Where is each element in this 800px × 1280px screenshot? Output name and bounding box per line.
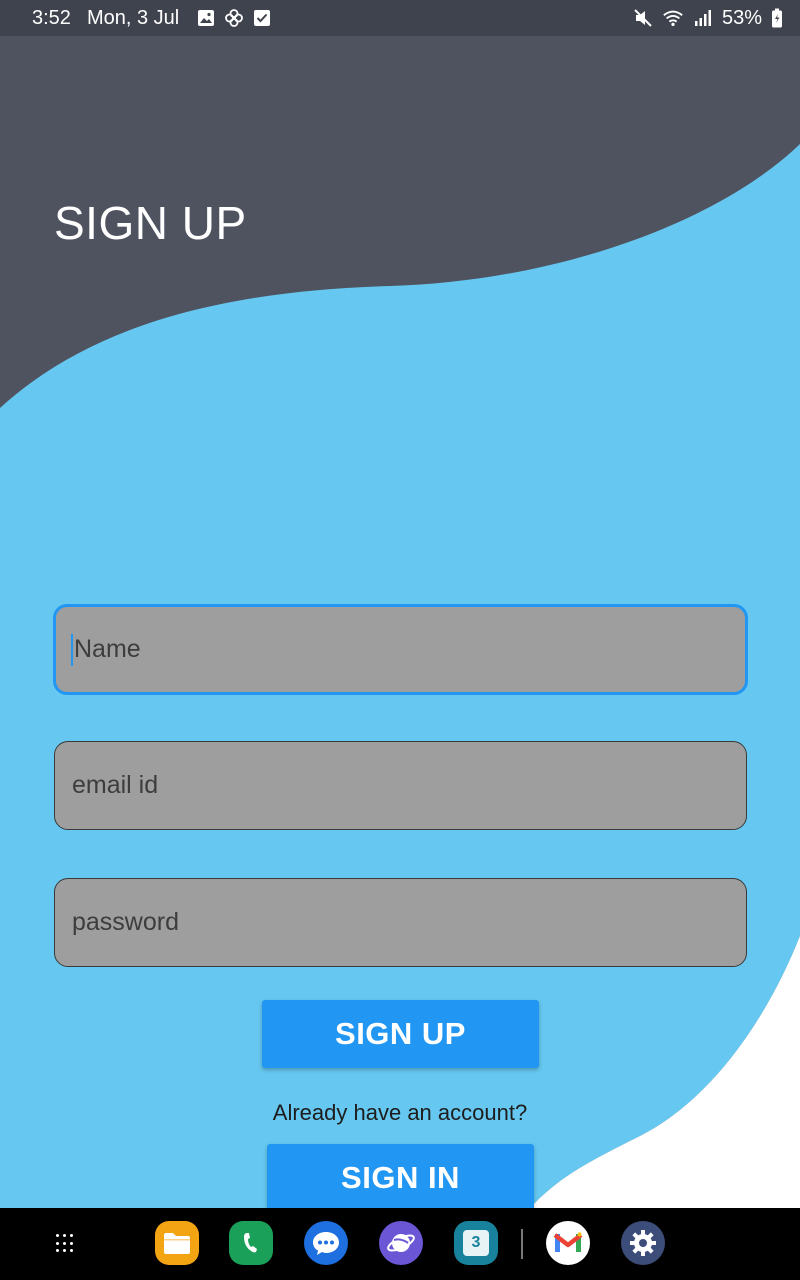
gallery-icon (195, 7, 217, 29)
calendar-day: 3 (463, 1230, 489, 1256)
phone-app-icon[interactable] (229, 1221, 273, 1265)
status-date: Mon, 3 Jul (86, 6, 180, 29)
battery-percent: 53% (721, 6, 762, 29)
email-field[interactable] (54, 741, 747, 830)
dock-divider (521, 1229, 523, 1259)
already-account-text: Already have an account? (272, 1100, 528, 1125)
mute-icon (632, 7, 654, 29)
my-files-app-icon[interactable] (155, 1221, 199, 1265)
gmail-app-icon[interactable] (546, 1221, 590, 1265)
calendar-app-icon[interactable]: 3 (454, 1221, 498, 1265)
sign-in-button[interactable]: SIGN IN (267, 1144, 534, 1212)
password-input[interactable] (72, 908, 746, 937)
pinwheel-icon (223, 7, 245, 29)
name-input[interactable] (74, 635, 745, 664)
navigation-bar: 3 (0, 1208, 800, 1280)
checkbox-icon (251, 7, 273, 29)
email-input[interactable] (72, 771, 746, 800)
messages-app-icon[interactable] (304, 1221, 348, 1265)
password-field[interactable] (54, 878, 747, 967)
internet-app-icon[interactable] (379, 1221, 423, 1265)
name-field[interactable] (53, 604, 748, 695)
status-time: 3:52 (32, 6, 71, 29)
page-title: SIGN UP (54, 197, 247, 249)
sign-up-button[interactable]: SIGN UP (262, 1000, 539, 1068)
signal-icon (692, 7, 714, 29)
signup-screen: 3:52 Mon, 3 Jul 53% SIGN UP Name email i… (0, 0, 800, 1280)
text-cursor (71, 633, 73, 666)
app-drawer-icon[interactable] (56, 1234, 76, 1254)
battery-icon (770, 7, 784, 29)
status-bar: 3:52 Mon, 3 Jul 53% (0, 0, 800, 36)
settings-app-icon[interactable] (621, 1221, 665, 1265)
wifi-icon (662, 7, 684, 29)
